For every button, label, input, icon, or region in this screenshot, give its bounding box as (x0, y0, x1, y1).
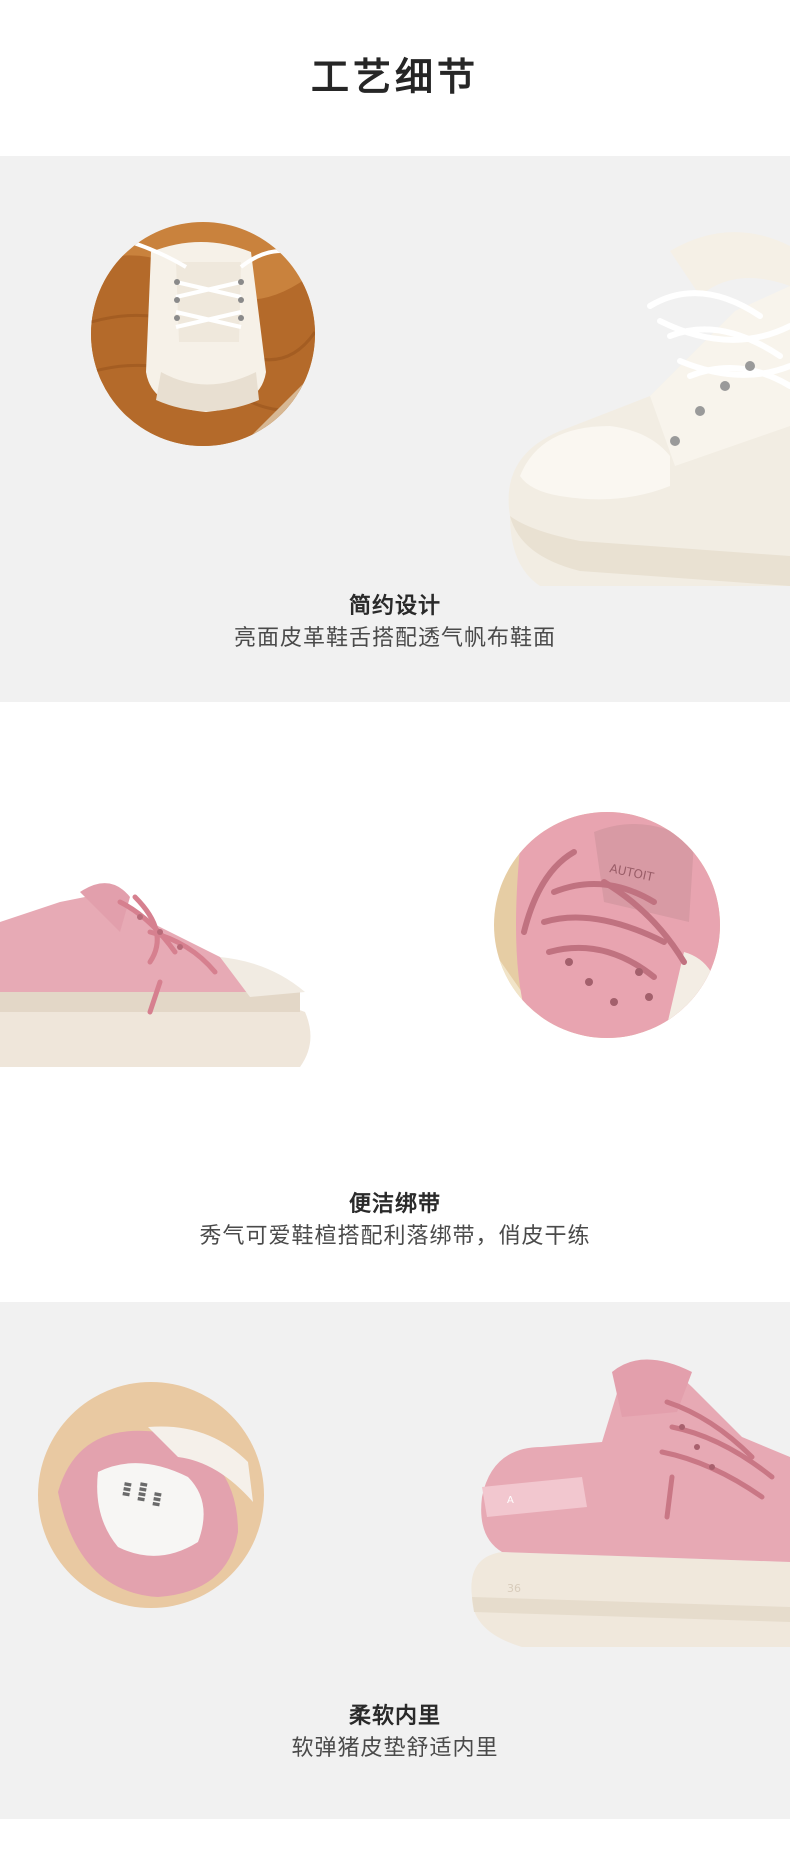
detail-photo-white-shoe-top (91, 222, 315, 446)
hero-photo-pink-shoe-back: A 36 (462, 1347, 790, 1647)
detail-section-laces: AUTOIT 便洁绑带 秀气可爱鞋楦搭配利落绑带，俏皮干练 (0, 702, 790, 1302)
section-title: 便洁绑带 (348, 1192, 441, 1217)
svg-text:A: A (507, 1495, 514, 1506)
page-header: 工艺细节 (0, 0, 790, 156)
hero-photo-pink-shoe-side (0, 872, 320, 1072)
section-description: 亮面皮革鞋舌搭配透气帆布鞋面 (233, 626, 556, 651)
detail-photo-pink-lining: ▮▮▮ ▮▮▮▮ ▮▮▮ (38, 1382, 264, 1608)
bottom-spacer (0, 1819, 790, 1859)
section-title: 简约设计 (348, 594, 441, 619)
hero-photo-white-shoe (500, 226, 790, 586)
detail-section-simple-design: 简约设计 亮面皮革鞋舌搭配透气帆布鞋面 (0, 156, 790, 702)
section-description: 秀气可爱鞋楦搭配利落绑带，俏皮干练 (199, 1224, 591, 1249)
detail-photo-pink-laces: AUTOIT (494, 812, 720, 1038)
svg-text:36: 36 (507, 1582, 521, 1595)
section-title: 柔软内里 (348, 1704, 441, 1729)
detail-section-lining: ▮▮▮ ▮▮▮▮ ▮▮▮ A 36 柔软内里 软弹猪皮垫舒适内里 (0, 1302, 790, 1819)
page-title: 工艺细节 (310, 54, 479, 99)
section-description: 软弹猪皮垫舒适内里 (291, 1736, 499, 1761)
